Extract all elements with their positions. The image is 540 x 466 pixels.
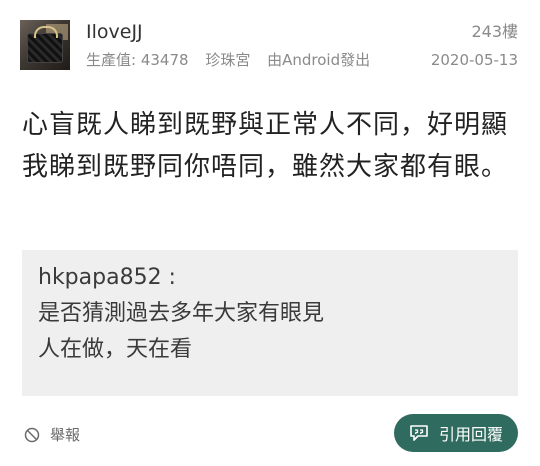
- user-rank: 珍珠宮: [205, 51, 251, 69]
- post-content: 心盲既人睇到既野與正常人不同，好明顯我睇到既野同你唔同，雖然大家都有眼。: [22, 110, 509, 182]
- avatar-bag: [28, 26, 62, 62]
- floor-number: 243樓: [471, 22, 518, 41]
- reply-label: 引用回覆: [438, 425, 503, 444]
- quote-reply-icon: [409, 424, 429, 442]
- no-entry-icon: [24, 427, 40, 443]
- report-button[interactable]: 舉報: [24, 424, 80, 445]
- username[interactable]: IloveJJ: [86, 20, 143, 44]
- post-date: 2020-05-13: [430, 51, 518, 69]
- avatar[interactable]: [20, 20, 70, 70]
- quote-line: 人在做，天在看: [38, 337, 193, 362]
- quote-block: hkpapa852 : 是否猜測過去多年大家有眼見 人在做，天在看: [22, 250, 518, 396]
- forum-post: IloveJJ 243樓 生產值: 43478 珍珠宮 由Android發出 2…: [0, 0, 540, 466]
- post-platform: 由Android發出: [267, 51, 371, 69]
- user-meta: 生產值: 43478 珍珠宮 由Android發出: [86, 50, 370, 70]
- quote-line: 是否猜測過去多年大家有眼見: [38, 301, 325, 326]
- production-value: 生產值: 43478: [86, 51, 189, 69]
- quote-reply-button[interactable]: 引用回覆: [394, 414, 518, 452]
- quote-author: hkpapa852 :: [38, 265, 176, 290]
- report-label: 舉報: [50, 426, 81, 444]
